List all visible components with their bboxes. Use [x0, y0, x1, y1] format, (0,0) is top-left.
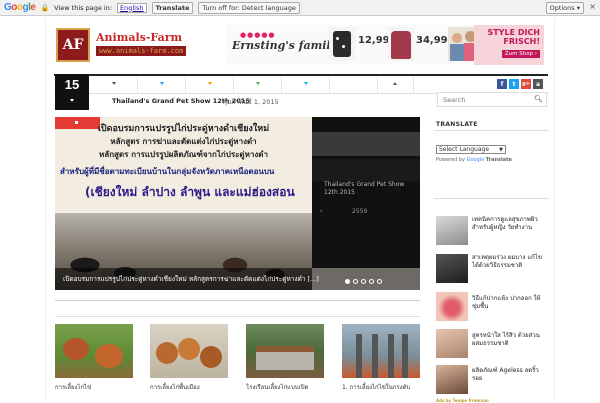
logo-url: www.animals-farm.com [96, 46, 187, 56]
post-thumb-4[interactable] [342, 324, 420, 378]
ad-promo: STYLE DICH FRISCH! Zum Shop › [474, 25, 544, 65]
side-thumb-2[interactable] [312, 159, 420, 181]
ads-credit[interactable]: Ads by Tempo Premium [436, 398, 489, 403]
slider-dot[interactable] [345, 279, 350, 284]
slide-line-4: สำหรับผู้ที่มีชื่อตามทะเบียนบ้านในกลุ่มจ… [60, 167, 275, 176]
logo-mark: AF [56, 28, 90, 62]
section-divider [55, 300, 420, 301]
chevron-down-icon [208, 82, 212, 85]
site-logo[interactable]: AF Animals-Farm www.animals-farm.com [56, 28, 206, 62]
user-icon[interactable]: a [533, 79, 543, 89]
post-title-1[interactable]: การเลี้ยงไก่ไข่ [55, 382, 133, 392]
nav-item-1[interactable] [90, 76, 138, 94]
chevron-down-icon: ▼ [499, 147, 503, 153]
popular-title-3[interactable]: วิธีแก้ปากแห้ง ปากลอก ให้ชุ่มชื้น [472, 295, 547, 311]
options-button[interactable]: Options ▾ [545, 2, 584, 14]
popular-thumb-3[interactable] [436, 292, 468, 321]
chevron-down-icon [70, 99, 74, 102]
nav-item-5[interactable] [282, 76, 330, 94]
slide-caption-text: เปิดอบรมการแปรรูปไก่ประดู่หางดำเชียงใหม่… [63, 275, 319, 283]
ad-price-2: 34,99 [416, 35, 448, 46]
google-logo: Google [4, 2, 36, 13]
facebook-icon[interactable]: f [497, 79, 507, 89]
post-title-3[interactable]: โรงเรือนเลี้ยงไก่แบบเปิด [246, 382, 324, 392]
slide-line-2: หลักสูตร การฆ่าและตัดแต่งไก่ประดู่หางดำ [110, 137, 257, 146]
turn-off-button[interactable]: Turn off for: Detect language [198, 1, 300, 14]
sidebar-divider [434, 198, 549, 199]
view-page-text: View this page in: [54, 3, 113, 12]
slider-side-panel: Thailand's Grand Pet Show 12th 2015 » 25… [312, 117, 420, 268]
chevron-down-icon [112, 82, 116, 85]
featured-slider[interactable]: เปิดอบรมการแปรรูปไก่ประดู่หางดำเชียงใหม่… [55, 117, 420, 290]
ad-brand: ●●●●● Ernsting's family [232, 30, 337, 52]
logo-title: Animals-Farm [96, 31, 183, 44]
popular-thumb-5[interactable] [436, 365, 468, 394]
close-icon[interactable]: × [589, 2, 596, 11]
popular-title-1[interactable]: เทคนิคการดูแลสุขภาพผิว สำหรับผู้หญิง วัย… [472, 216, 547, 232]
chevron-down-icon [304, 82, 308, 85]
ticker-date: กุมภาพันธ์ 1, 2015 [223, 98, 279, 106]
post-title-2[interactable]: การเลี้ยงไก่พื้นเมือง [150, 382, 228, 392]
google-plus-icon[interactable]: g+ [521, 79, 531, 89]
chevron-down-icon [256, 82, 260, 85]
nav-item-7[interactable] [378, 76, 414, 94]
banner-ad[interactable]: ●●●●● Ernsting's family 12,99 34,99 STYLE… [226, 25, 544, 65]
section-divider [55, 316, 420, 317]
ad-product-jacket [388, 27, 414, 61]
lock-icon: 🔒 [40, 3, 50, 12]
translate-widget-heading: TRANSLATE [434, 117, 549, 131]
date-day: 15 [64, 77, 80, 92]
slider-dot[interactable] [377, 279, 382, 284]
post-thumb-2[interactable] [150, 324, 228, 378]
date-box[interactable]: 15 [55, 74, 89, 110]
translate-button[interactable]: Translate [151, 1, 194, 14]
slide-line-5: (เชียงใหม่ ลำปาง ลำพูน และแม่ฮ่องสอน [85, 185, 295, 199]
chevron-up-icon [393, 82, 397, 85]
slide-line-3: หลักสูตร การแปรรูปผลิตภัณฑ์จากไก่ประดู่ห… [99, 150, 268, 159]
search-box: 🔍︎ [437, 92, 547, 107]
slide-line-1: เปิดอบรมการแปรรูปไก่ประดู่หางดำเชียงใหม่ [97, 124, 270, 134]
slider-dot[interactable] [361, 279, 366, 284]
ad-promo-text: STYLE DICH FRISCH! [487, 28, 540, 46]
page-wrapper: AF Animals-Farm www.animals-farm.com ●●●… [45, 18, 555, 403]
twitter-icon[interactable]: t [509, 79, 519, 89]
side-post-title[interactable]: Thailand's Grand Pet Show 12th 2015 [324, 181, 414, 197]
popular-thumb-1[interactable] [436, 216, 468, 245]
google-translate-bar: Google 🔒 View this page in: English Tran… [0, 0, 600, 16]
side-post-number: 2559 [352, 208, 368, 215]
chevron-down-icon [160, 82, 164, 85]
ad-price-1: 12,99 [358, 35, 390, 46]
slider-pagination [345, 279, 382, 284]
side-thumb-1[interactable] [312, 132, 420, 156]
nav-item-6[interactable] [330, 76, 378, 94]
popular-title-2[interactable]: สาเหตุผมร่วง ผมบาง แก้ไขได้ด้วยวิธีธรรมช… [472, 254, 547, 270]
main-navigation: f t g+ a [54, 74, 548, 94]
sidebar: TRANSLATE Select Language ▼ Powered by Go… [434, 117, 549, 403]
language-select[interactable]: English [117, 2, 147, 13]
ad-shop-button[interactable]: Zum Shop › [501, 50, 540, 58]
post-thumb-1[interactable] [55, 324, 133, 378]
nav-item-3[interactable] [186, 76, 234, 94]
post-title-4[interactable]: 1. การเลี้ยงไก่ไข่ในกรงตับ [342, 382, 420, 392]
search-icon[interactable]: 🔍︎ [534, 95, 543, 103]
slider-dot[interactable] [353, 279, 358, 284]
popular-thumb-4[interactable] [436, 329, 468, 358]
popular-title-4[interactable]: สูตรหน้าใส ไร้สิว ด้วยส่วนผสมธรรมชาติ [472, 332, 547, 348]
nav-item-4[interactable] [234, 76, 282, 94]
ad-product-bag [329, 27, 355, 61]
post-thumb-3[interactable] [246, 324, 324, 378]
search-input[interactable] [438, 93, 528, 106]
popular-title-5[interactable]: ผลิตภัณฑ์ Ageless ลดริ้วรอย [472, 367, 547, 383]
nav-item-2[interactable] [138, 76, 186, 94]
arrow-icon: » [320, 208, 323, 213]
powered-by-google: Powered by Google Translate [436, 157, 512, 163]
slider-dot[interactable] [369, 279, 374, 284]
popular-thumb-2[interactable] [436, 254, 468, 283]
select-language-dropdown[interactable]: Select Language ▼ [436, 145, 506, 154]
